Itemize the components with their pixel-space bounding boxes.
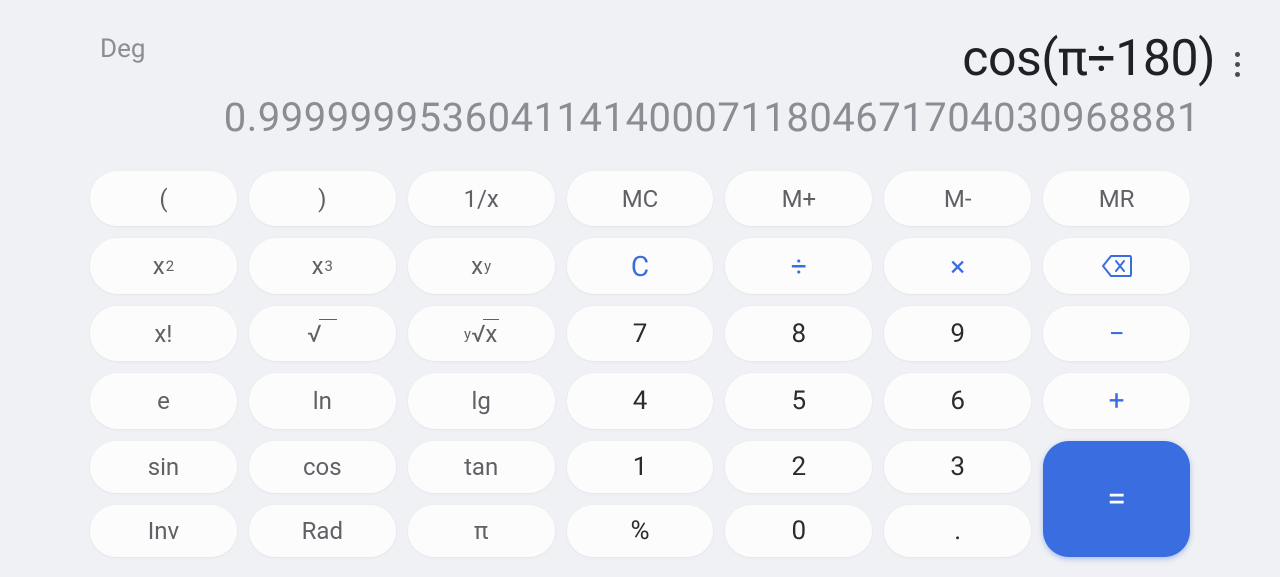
backspace-button[interactable] <box>1043 238 1190 293</box>
e-button[interactable]: e <box>90 373 237 428</box>
display-top-row: Deg cos(π÷180) <box>100 30 1240 88</box>
factorial-button[interactable]: x! <box>90 306 237 361</box>
minus-button[interactable]: − <box>1043 306 1190 361</box>
cube-base: x <box>312 252 324 280</box>
nroot-index: y <box>464 325 471 343</box>
left-paren-button[interactable]: ( <box>90 171 237 226</box>
plus-button[interactable]: + <box>1043 373 1190 428</box>
nroot-radicand: x <box>483 319 499 348</box>
power-button[interactable]: xy <box>408 238 555 293</box>
cos-button[interactable]: cos <box>249 441 396 493</box>
lg-button[interactable]: lg <box>408 373 555 428</box>
digit-1-button[interactable]: 1 <box>567 441 714 493</box>
nth-root-button[interactable]: y√x <box>408 306 555 361</box>
digit-0-button[interactable]: 0 <box>725 505 872 557</box>
more-menu-icon[interactable] <box>1235 52 1240 77</box>
memory-subtract-button[interactable]: M- <box>884 171 1031 226</box>
right-paren-button[interactable]: ) <box>249 171 396 226</box>
angle-mode-label: Deg <box>100 34 145 64</box>
decimal-point-button[interactable]: . <box>884 505 1031 557</box>
inv-button[interactable]: Inv <box>90 505 237 557</box>
pi-button[interactable]: π <box>408 505 555 557</box>
digit-4-button[interactable]: 4 <box>567 373 714 428</box>
divide-button[interactable]: ÷ <box>725 238 872 293</box>
digit-3-button[interactable]: 3 <box>884 441 1031 493</box>
square-exp: 2 <box>166 257 174 275</box>
multiply-button[interactable]: × <box>884 238 1031 293</box>
digit-9-button[interactable]: 9 <box>884 306 1031 361</box>
percent-button[interactable]: % <box>567 505 714 557</box>
ln-button[interactable]: ln <box>249 373 396 428</box>
expression-display: cos(π÷180) <box>962 30 1215 88</box>
digit-2-button[interactable]: 2 <box>725 441 872 493</box>
memory-recall-button[interactable]: MR <box>1043 171 1190 226</box>
rad-button[interactable]: Rad <box>249 505 396 557</box>
square-base: x <box>153 252 165 280</box>
sin-button[interactable]: sin <box>90 441 237 493</box>
cube-button[interactable]: x3 <box>249 238 396 293</box>
reciprocal-button[interactable]: 1/x <box>408 171 555 226</box>
expression-wrap: cos(π÷180) <box>962 30 1240 88</box>
digit-6-button[interactable]: 6 <box>884 373 1031 428</box>
power-base: x <box>471 252 483 280</box>
result-display: 0.99999995360411414000711804671704030968… <box>100 94 1240 141</box>
digit-8-button[interactable]: 8 <box>725 306 872 361</box>
equals-button[interactable]: = <box>1043 441 1190 557</box>
sqrt-button[interactable]: √ <box>249 306 396 361</box>
square-button[interactable]: x2 <box>90 238 237 293</box>
power-exp: y <box>484 257 491 275</box>
backspace-icon <box>1102 255 1132 277</box>
tan-button[interactable]: tan <box>408 441 555 493</box>
display-area: Deg cos(π÷180) 0.99999995360411414000711… <box>0 0 1280 151</box>
clear-button[interactable]: C <box>567 238 714 293</box>
memory-clear-button[interactable]: MC <box>567 171 714 226</box>
digit-7-button[interactable]: 7 <box>567 306 714 361</box>
cube-exp: 3 <box>325 257 333 275</box>
memory-add-button[interactable]: M+ <box>725 171 872 226</box>
keypad: ( ) 1/x MC M+ M- MR x2 x3 xy C ÷ × x! √ <box>0 151 1280 577</box>
digit-5-button[interactable]: 5 <box>725 373 872 428</box>
